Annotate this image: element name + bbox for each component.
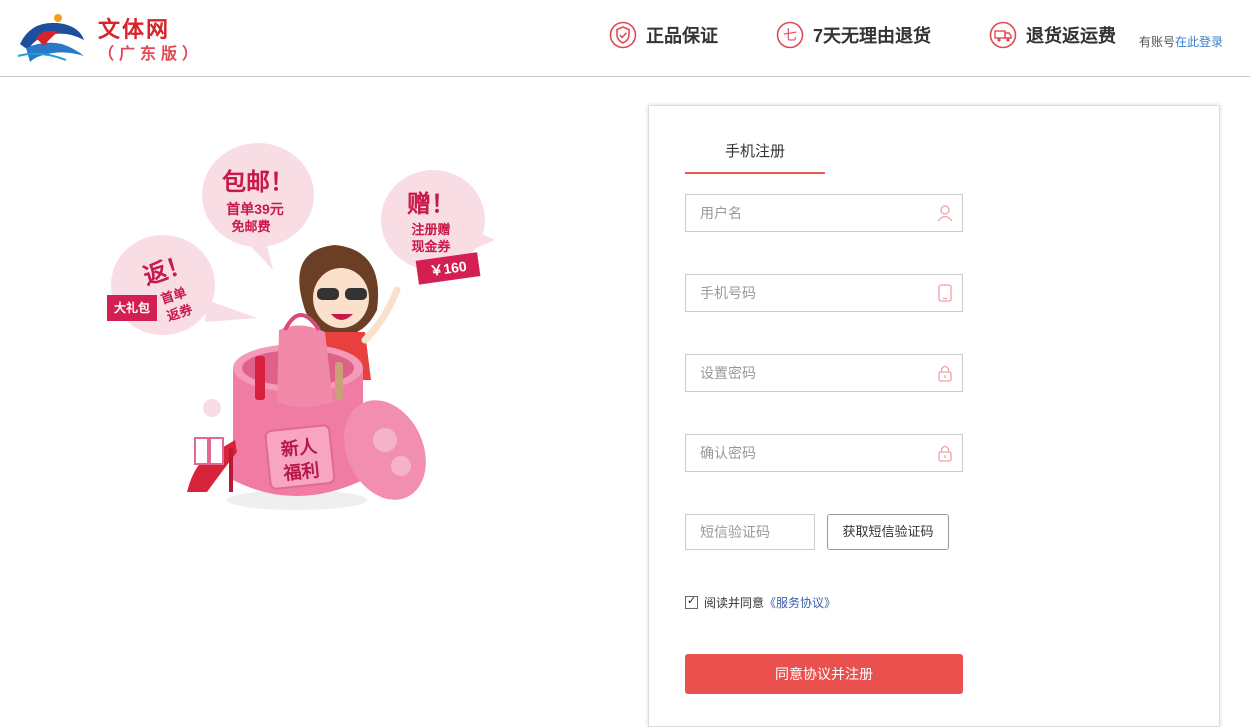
register-panel: 手机注册 获取短信验证码 阅读 <box>648 105 1220 727</box>
bubble-free-shipping-title: 包邮！ <box>222 168 294 196</box>
username-input[interactable] <box>686 195 930 231</box>
logo[interactable] <box>14 10 86 64</box>
small-gift <box>194 399 224 465</box>
bubble-return: 返！ 首单 返券 大礼包 <box>107 235 257 335</box>
bubble-gift-title: 赠！ <box>407 190 455 218</box>
feature-genuine: 正品保证 <box>609 21 718 49</box>
svg-text:七: 七 <box>783 28 797 44</box>
box-label-line1: 新人 <box>280 435 319 460</box>
shield-check-icon <box>609 21 637 49</box>
phone-icon <box>938 284 952 302</box>
agree-and-register-button[interactable]: 同意协议并注册 <box>685 654 963 694</box>
brand-subtitle: （广东版） <box>98 46 204 63</box>
confirm-password-field[interactable] <box>685 434 963 472</box>
get-sms-code-button[interactable]: 获取短信验证码 <box>827 514 949 550</box>
phone-input[interactable] <box>686 275 930 311</box>
service-agreement-link[interactable]: 《服务协议》 <box>764 594 836 611</box>
site-header: 文体网 （广东版） 正品保证 七 7天无理由退货 退货返运费 有账号在此登录 <box>0 0 1250 77</box>
login-prefix: 有账号 <box>1139 35 1176 49</box>
login-tip: 有账号在此登录 <box>1139 33 1223 50</box>
promo-illustration: 包邮！ 首单39元 免邮费 赠！ 注册赠 现金券 ￥160 返！ 首单 返券 大… <box>107 143 495 510</box>
username-field[interactable] <box>685 194 963 232</box>
sms-code-field[interactable] <box>685 514 815 550</box>
password-input[interactable] <box>686 355 930 391</box>
feature-label: 正品保证 <box>646 26 718 46</box>
feature-label: 7天无理由退货 <box>813 26 932 46</box>
bubble-free-shipping: 包邮！ 首单39元 免邮费 <box>202 143 314 270</box>
agree-checkbox[interactable] <box>685 594 698 609</box>
phone-field[interactable] <box>685 274 963 312</box>
box-label-line2: 福利 <box>281 459 320 484</box>
sms-code-input[interactable] <box>686 515 810 549</box>
bubble-gift-line2: 现金券 <box>411 239 451 254</box>
login-link[interactable]: 在此登录 <box>1175 35 1223 49</box>
user-icon <box>937 205 953 222</box>
bubble-gift-line1: 注册赠 <box>411 222 450 237</box>
truck-icon <box>989 21 1017 49</box>
agreement-row: 阅读并同意 《服务协议》 <box>685 594 836 611</box>
feature-seven-day-return: 七 7天无理由退货 <box>776 21 931 49</box>
feature-return-shipping: 退货返运费 <box>989 21 1116 49</box>
feature-label: 退货返运费 <box>1026 26 1116 46</box>
bubble-free-shipping-line2: 免邮费 <box>231 219 270 234</box>
seven-circle-icon: 七 <box>776 21 804 49</box>
bubble-return-tag: 大礼包 <box>114 300 150 315</box>
lock-icon <box>938 365 952 382</box>
tab-phone-register[interactable]: 手机注册 <box>685 142 825 174</box>
confirm-password-input[interactable] <box>686 435 930 471</box>
password-field[interactable] <box>685 354 963 392</box>
bubble-gift: 赠！ 注册赠 现金券 ￥160 <box>381 170 495 285</box>
lock-icon <box>938 445 952 462</box>
bubble-free-shipping-line1: 首单39元 <box>226 201 284 217</box>
agree-text: 阅读并同意 <box>704 596 765 610</box>
